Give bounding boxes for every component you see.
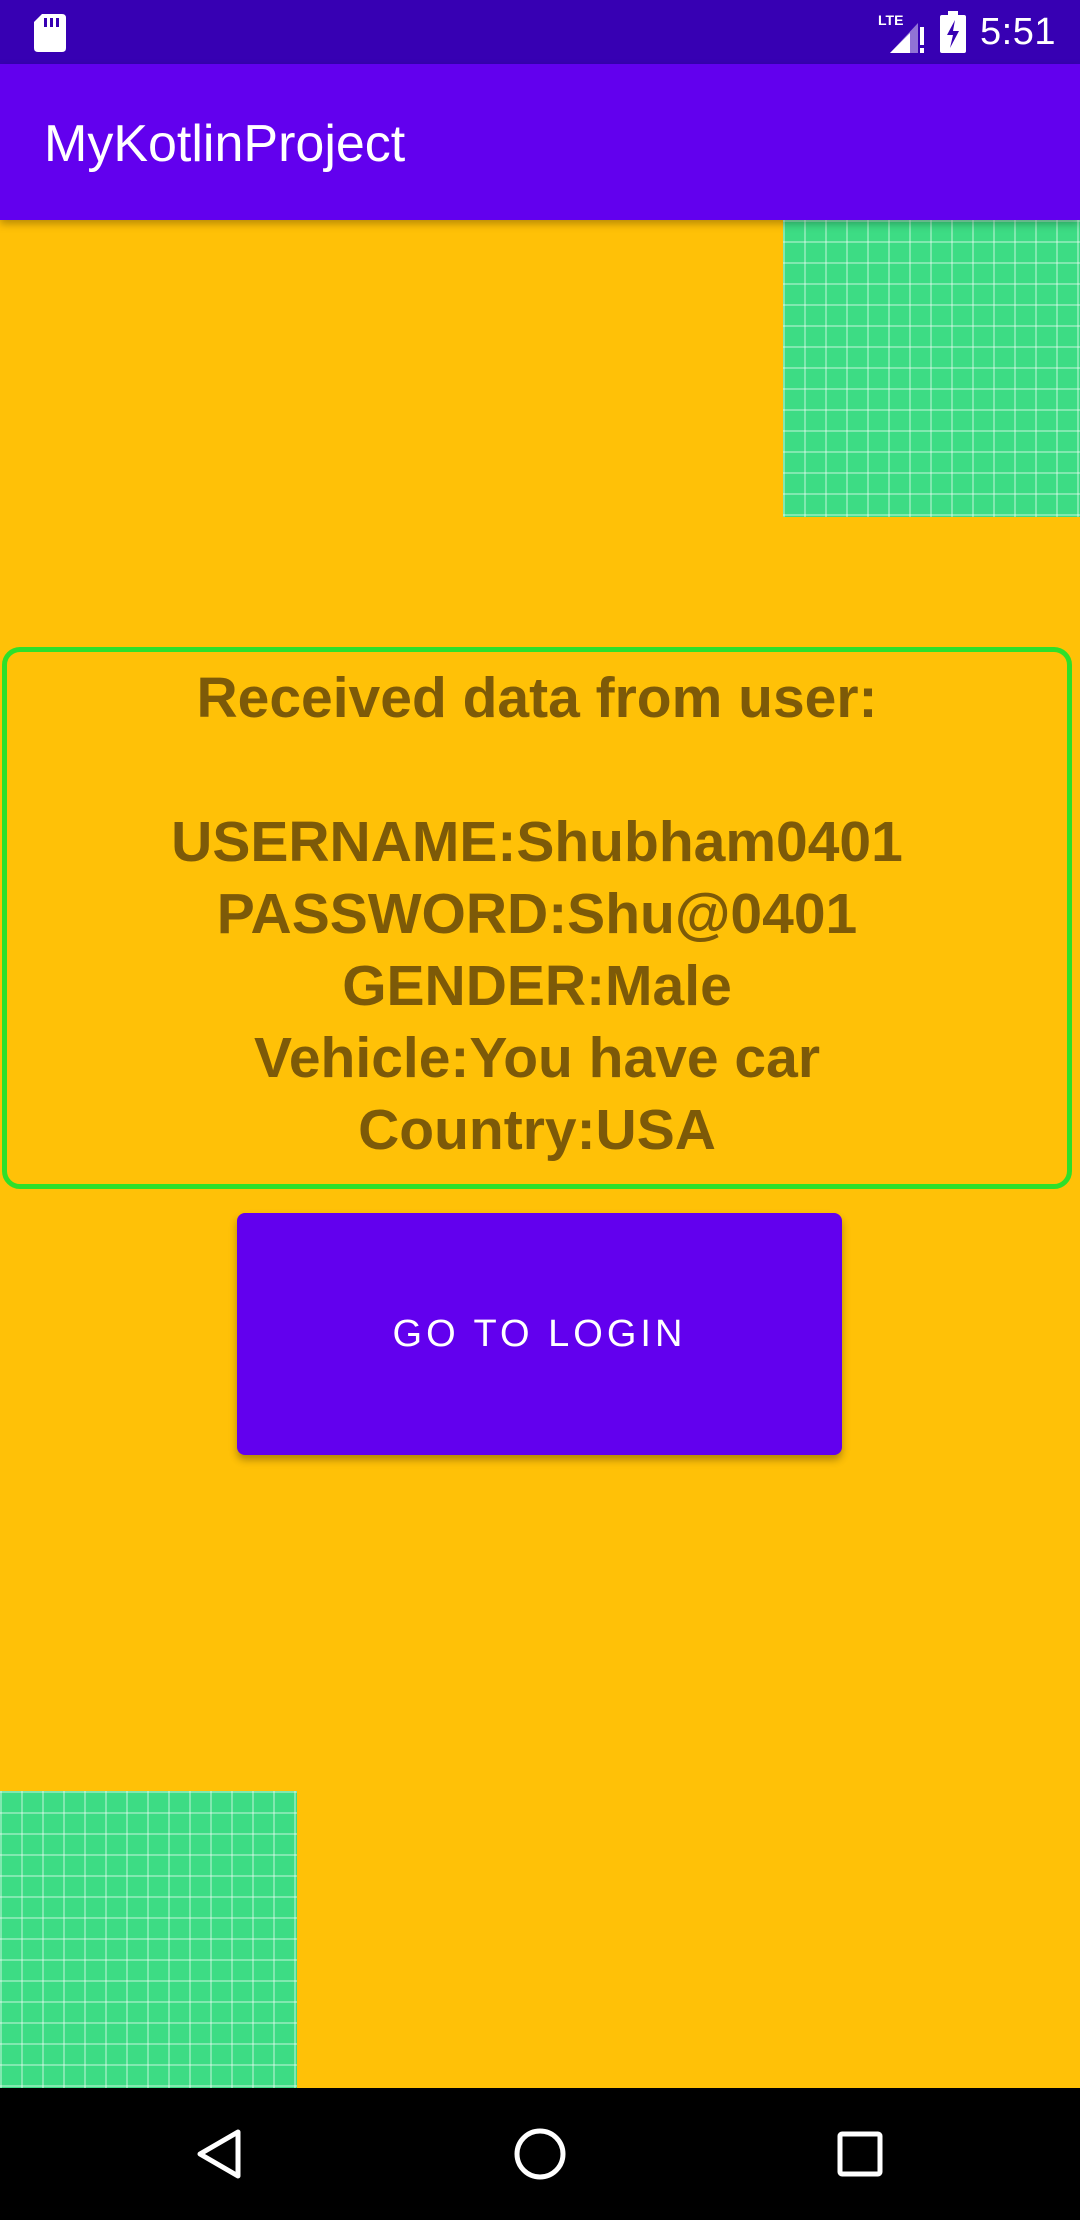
heading-spacer xyxy=(7,734,1067,806)
lte-signal-icon: LTE xyxy=(878,12,925,53)
nav-recents-button[interactable] xyxy=(824,2118,896,2190)
password-text: PASSWORD:Shu@0401 xyxy=(216,882,858,946)
go-to-login-button[interactable]: GO TO LOGIN xyxy=(237,1213,842,1455)
status-icons: LTE 5:51 xyxy=(878,0,1056,64)
nav-back-button[interactable] xyxy=(184,2118,256,2190)
home-icon xyxy=(514,2128,566,2180)
gender-text: GENDER:Male xyxy=(342,954,732,1018)
vehicle-text: Vehicle:You have car xyxy=(253,1026,821,1090)
username-text: USERNAME:Shubham0401 xyxy=(171,810,903,874)
screen: LTE 5:51 MyKotlinProject Received data f… xyxy=(0,0,1080,2220)
battery-charging-icon xyxy=(940,11,967,53)
app-title: MyKotlinProject xyxy=(44,115,406,173)
app-bar: MyKotlinProject xyxy=(0,64,1080,220)
nav-home-button[interactable] xyxy=(504,2118,576,2190)
received-data-card: Received data from user: USERNAME:Shubha… xyxy=(2,647,1072,1189)
country-text: Country:USA xyxy=(358,1098,716,1162)
go-to-login-label: GO TO LOGIN xyxy=(392,1312,687,1355)
recents-icon xyxy=(837,2131,883,2177)
decor-grid-bottom-left xyxy=(0,1791,297,2088)
lte-label: LTE xyxy=(878,12,903,28)
decor-grid-top-right xyxy=(783,220,1080,517)
sd-card-icon xyxy=(34,14,66,52)
status-bar: LTE 5:51 xyxy=(0,0,1080,64)
back-icon xyxy=(197,2129,241,2179)
navigation-bar xyxy=(0,2088,1080,2220)
received-data-heading: Received data from user: xyxy=(196,666,878,730)
clock: 5:51 xyxy=(980,10,1056,53)
